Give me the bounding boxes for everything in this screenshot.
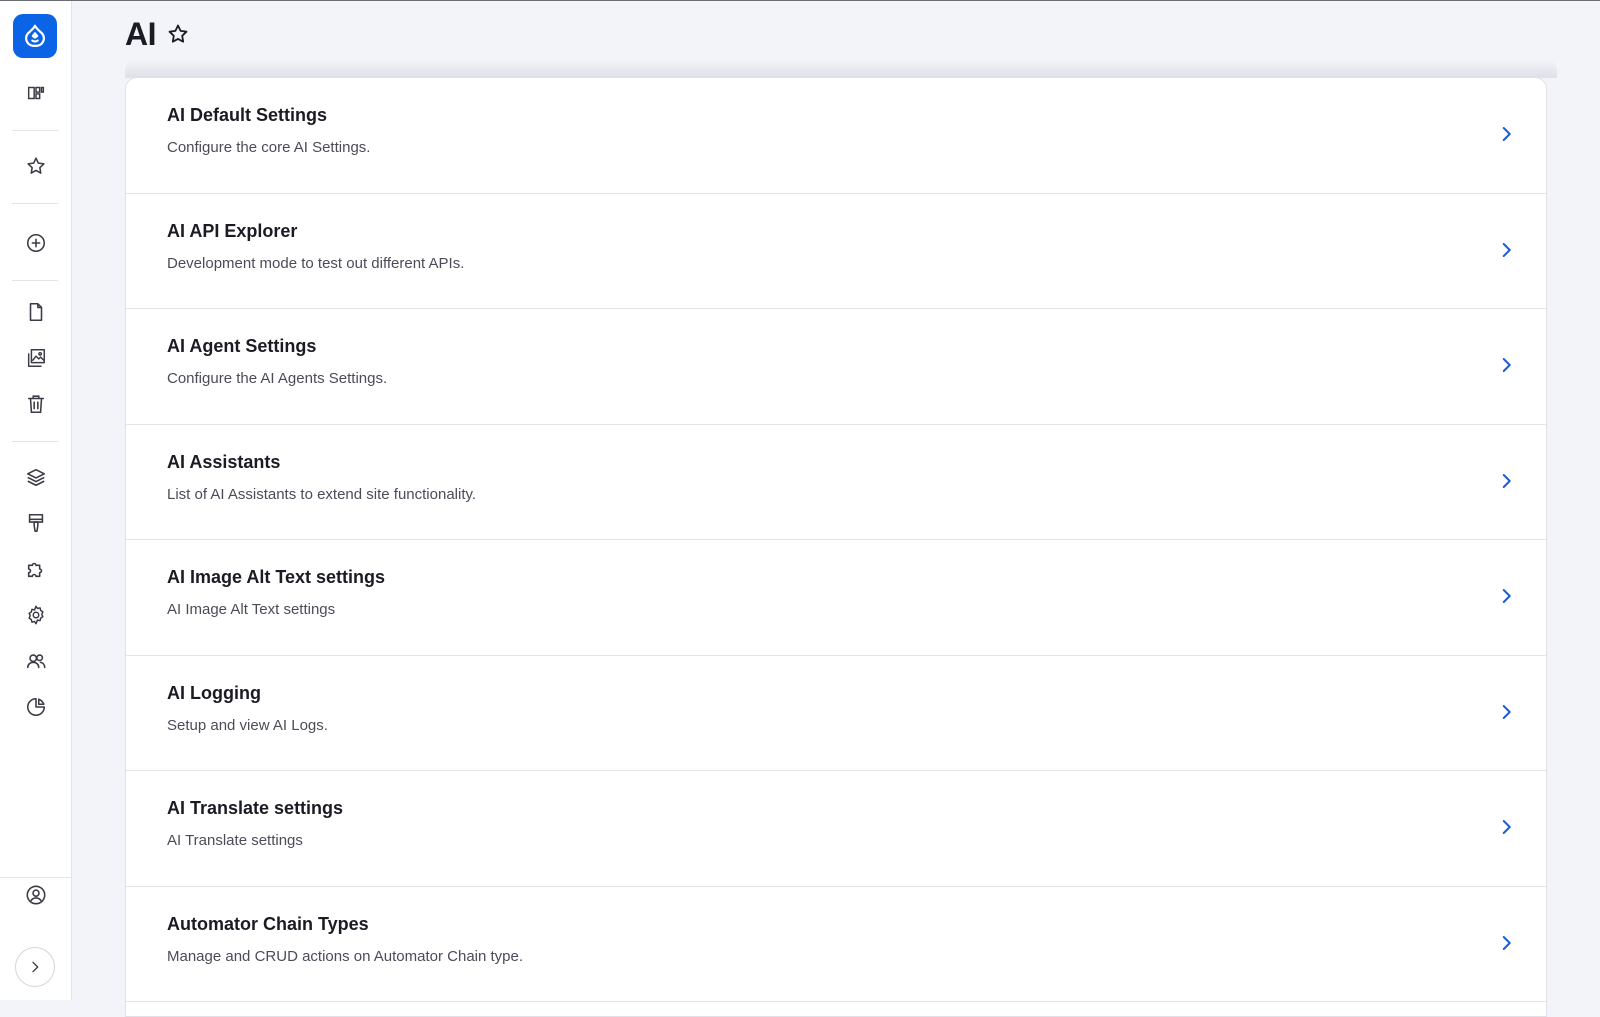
chevron-right-icon	[1494, 584, 1518, 608]
media-gallery-icon	[25, 347, 47, 369]
list-item[interactable]: AI API Explorer Development mode to test…	[126, 194, 1546, 309]
admin-sidebar	[0, 1, 72, 1000]
sidebar-footer-divider	[0, 877, 72, 878]
list-item-title[interactable]: AI API Explorer	[167, 221, 297, 242]
sidebar-divider	[12, 130, 58, 131]
drupal-drop-icon	[22, 23, 48, 49]
list-item-title[interactable]: AI Assistants	[167, 452, 280, 473]
gear-icon	[25, 604, 47, 626]
sidebar-item-user-account[interactable]	[20, 879, 52, 911]
list-item-description: Configure the AI Agents Settings.	[167, 370, 388, 387]
list-item-description: List of AI Assistants to extend site fun…	[167, 485, 477, 503]
chevron-right-icon	[1494, 469, 1518, 493]
sidebar-item-appearance[interactable]	[20, 507, 52, 539]
list-item-title[interactable]: Automator Chain Types	[167, 914, 369, 935]
list-item[interactable]: AI Default Settings Configure the core A…	[126, 78, 1546, 194]
page-header: AI	[125, 14, 190, 54]
sticky-header-shadow	[125, 60, 1557, 78]
trash-icon	[25, 393, 47, 415]
sidebar-item-configuration[interactable]	[20, 599, 52, 631]
list-item-title[interactable]: AI Image Alt Text settings	[167, 567, 385, 588]
puzzle-icon	[25, 558, 47, 580]
sidebar-item-shortcuts[interactable]	[20, 150, 52, 182]
brush-icon	[25, 512, 47, 534]
add-circle-icon	[25, 232, 47, 254]
sidebar-item-media[interactable]	[20, 342, 52, 374]
list-item[interactable]: AI Assistants List of AI Assistants to e…	[126, 425, 1546, 540]
chevron-right-icon	[27, 959, 43, 975]
list-item-title[interactable]: AI Logging	[167, 683, 261, 704]
page-title: AI	[125, 15, 157, 52]
list-item[interactable]: AI Agent Settings Configure the AI Agent…	[126, 309, 1546, 425]
list-item-description: Setup and view AI Logs.	[167, 716, 328, 734]
sidebar-item-create[interactable]	[20, 227, 52, 259]
chevron-right-icon	[1494, 931, 1518, 955]
chevron-right-icon	[1494, 815, 1518, 839]
list-item-description: Configure the core AI Settings.	[167, 139, 371, 156]
list-item-title[interactable]: AI Default Settings	[167, 105, 327, 126]
sidebar-expand-button[interactable]	[15, 947, 55, 987]
window-top-border	[0, 0, 1600, 1]
drupal-logo-button[interactable]	[13, 14, 57, 58]
list-item-description: AI Image Alt Text settings	[167, 601, 336, 618]
admin-list: AI Default Settings Configure the core A…	[125, 77, 1547, 1017]
dashboard-icon	[25, 82, 47, 104]
file-icon	[25, 301, 47, 323]
sidebar-item-dashboard[interactable]	[20, 77, 52, 109]
sidebar-item-people[interactable]	[20, 645, 52, 677]
users-icon	[25, 650, 47, 672]
pie-chart-icon	[25, 696, 47, 718]
sidebar-item-structure[interactable]	[20, 461, 52, 493]
star-outline-icon[interactable]	[166, 22, 190, 46]
sidebar-item-extend[interactable]	[20, 553, 52, 585]
chevron-right-icon	[1494, 700, 1518, 724]
list-item-description: AI Translate settings	[167, 832, 303, 849]
sidebar-item-reports[interactable]	[20, 691, 52, 723]
sidebar-item-trash[interactable]	[20, 388, 52, 420]
user-circle-icon	[25, 884, 47, 906]
layers-icon	[25, 466, 47, 488]
list-item[interactable]: AI Translate settings AI Translate setti…	[126, 771, 1546, 887]
list-item-title[interactable]: AI Translate settings	[167, 798, 343, 819]
sidebar-divider	[12, 441, 58, 442]
star-icon	[25, 155, 47, 177]
sidebar-divider	[12, 203, 58, 204]
chevron-right-icon	[1494, 238, 1518, 262]
list-item-description: Development mode to test out different A…	[167, 254, 465, 272]
list-item[interactable]: AI Logging Setup and view AI Logs.	[126, 656, 1546, 771]
chevron-right-icon	[1494, 122, 1518, 146]
sidebar-divider	[12, 280, 58, 281]
list-item[interactable]: Automator Chain Types Manage and CRUD ac…	[126, 887, 1546, 1002]
list-item[interactable]: AI Image Alt Text settings AI Image Alt …	[126, 540, 1546, 656]
list-item-title[interactable]: AI Agent Settings	[167, 336, 316, 357]
chevron-right-icon	[1494, 353, 1518, 377]
sidebar-item-content[interactable]	[20, 296, 52, 328]
list-item-description: Manage and CRUD actions on Automator Cha…	[167, 947, 524, 965]
